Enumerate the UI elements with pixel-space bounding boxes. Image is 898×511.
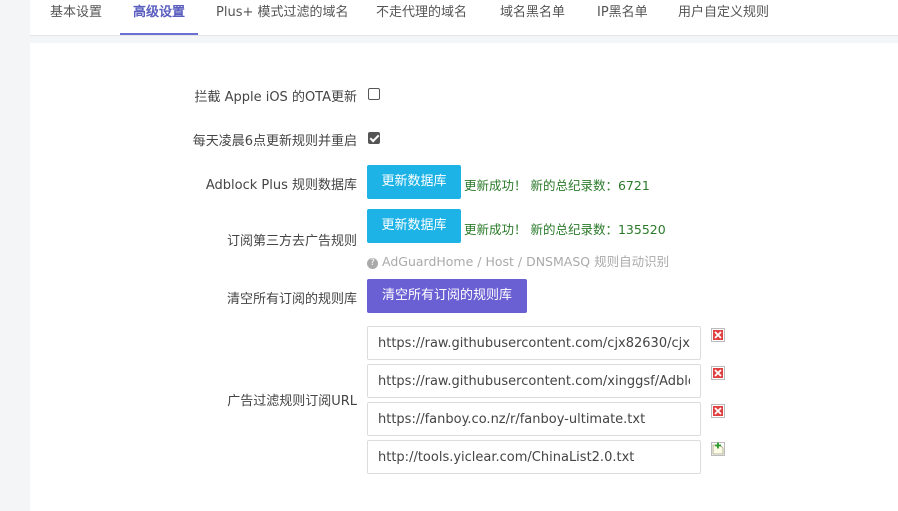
add-icon[interactable] xyxy=(711,442,725,456)
adblock-update-button[interactable]: 更新数据库 xyxy=(367,165,461,199)
tab-ip-blacklist[interactable]: IP黑名单 xyxy=(597,0,648,35)
ota-checkbox[interactable] xyxy=(368,88,380,100)
tab-plus-mode-domains[interactable]: Plus+ 模式过滤的域名 xyxy=(216,0,349,35)
daily-restart-label: 每天凌晨6点更新规则并重启 xyxy=(192,134,357,149)
delete-icon[interactable] xyxy=(711,404,725,418)
clear-rules-label: 清空所有订阅的规则库 xyxy=(226,292,357,307)
third-party-update-button[interactable]: 更新数据库 xyxy=(367,209,461,243)
tab-bar: 基本设置 高级设置 Plus+ 模式过滤的域名 不走代理的域名 域名黑名单 IP… xyxy=(30,0,898,36)
daily-restart-checkbox[interactable] xyxy=(368,132,380,144)
subscription-url-input[interactable] xyxy=(367,364,701,398)
adblock-db-label: Adblock Plus 规则数据库 xyxy=(205,178,357,193)
tab-no-proxy-domains[interactable]: 不走代理的域名 xyxy=(376,0,467,35)
third-party-label: 订阅第三方去广告规则 xyxy=(226,234,357,249)
third-party-hint-text: AdGuardHome / Host / DNSMASQ 规则自动识别 xyxy=(382,254,670,269)
subscription-url-input[interactable] xyxy=(367,440,701,474)
tab-advanced-settings[interactable]: 高级设置 xyxy=(120,0,199,35)
subscription-url-input[interactable] xyxy=(367,402,701,436)
adblock-status: 更新成功！ 新的总纪录数：6721 xyxy=(464,178,650,193)
third-party-hint: ? AdGuardHome / Host / DNSMASQ 规则自动识别 xyxy=(367,251,669,270)
subscription-url-input[interactable] xyxy=(367,326,701,360)
question-icon: ? xyxy=(367,258,378,269)
ota-label: 拦截 Apple iOS 的OTA更新 xyxy=(194,90,357,105)
tab-user-rules[interactable]: 用户自定义规则 xyxy=(678,0,769,35)
clear-rules-button[interactable]: 清空所有订阅的规则库 xyxy=(367,279,527,313)
third-party-status: 更新成功！ 新的总纪录数：135520 xyxy=(464,222,666,237)
tab-basic-settings[interactable]: 基本设置 xyxy=(50,0,102,35)
delete-icon[interactable] xyxy=(711,328,725,342)
delete-icon[interactable] xyxy=(711,366,725,380)
tab-domain-blacklist[interactable]: 域名黑名单 xyxy=(500,0,565,35)
subscription-urls-label: 广告过滤规则订阅URL xyxy=(227,394,357,409)
